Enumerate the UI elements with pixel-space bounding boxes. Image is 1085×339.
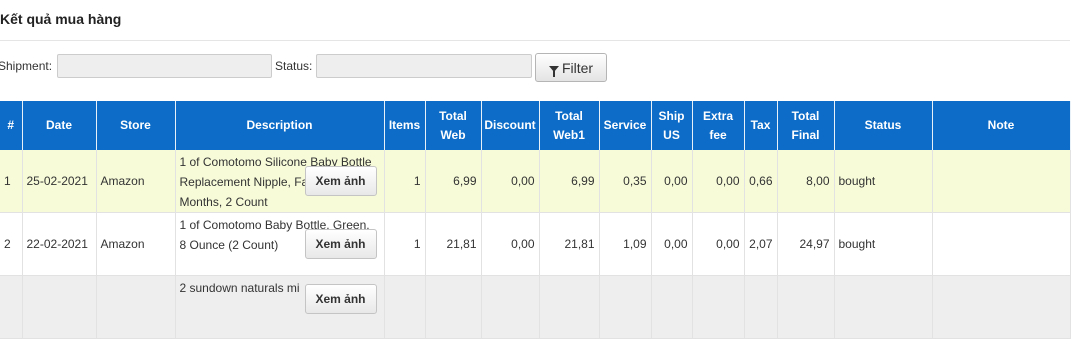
view-image-button[interactable]: Xem ảnh xyxy=(304,229,377,259)
column-header-discount[interactable]: Discount xyxy=(481,101,540,150)
cell-total-web1: 21,81 xyxy=(539,212,600,276)
cell-service xyxy=(599,275,652,339)
cell-total-final: 24,97 xyxy=(777,212,835,276)
cell-index: 1 xyxy=(0,150,23,213)
column-header-status[interactable]: Status xyxy=(834,101,933,150)
title-divider xyxy=(0,40,1070,41)
table-row[interactable]: 1 25-02-2021 Amazon 1 of Comotomo Silico… xyxy=(0,150,1071,213)
page-title: Kết quả mua hàng xyxy=(0,11,122,27)
table-row[interactable]: 2 22-02-2021 Amazon 1 of Comotomo Baby B… xyxy=(0,212,1071,276)
shipment-label: Shipment: xyxy=(0,59,53,73)
cell-note xyxy=(932,150,1071,213)
cell-status: bought xyxy=(834,212,933,276)
cell-items xyxy=(384,275,426,339)
cell-index xyxy=(0,275,23,339)
cell-items: 1 xyxy=(384,212,426,276)
cell-description: 2 sundown naturals mi Xem ảnh xyxy=(175,275,385,339)
column-header-index[interactable]: # xyxy=(0,101,23,150)
cell-date: 25-02-2021 xyxy=(22,150,97,213)
column-header-tax[interactable]: Tax xyxy=(744,101,778,150)
cell-items: 1 xyxy=(384,150,426,213)
column-header-date[interactable]: Date xyxy=(22,101,97,150)
cell-total-final xyxy=(777,275,835,339)
cell-ship-us: 0,00 xyxy=(651,150,693,213)
column-header-description[interactable]: Description xyxy=(175,101,385,150)
cell-note xyxy=(932,212,1071,276)
cell-status: bought xyxy=(834,150,933,213)
cell-total-web1 xyxy=(539,275,600,339)
status-input[interactable] xyxy=(316,54,532,78)
cell-tax: 2,07 xyxy=(744,212,778,276)
cell-tax xyxy=(744,275,778,339)
purchase-results-table: # Date Store Description Items Total Web… xyxy=(0,101,1071,339)
table-row[interactable]: 2 sundown naturals mi Xem ảnh xyxy=(0,275,1071,339)
cell-note xyxy=(932,275,1071,339)
cell-ship-us xyxy=(651,275,693,339)
column-header-service[interactable]: Service xyxy=(599,101,652,150)
view-image-button[interactable]: Xem ảnh xyxy=(304,166,377,196)
cell-date xyxy=(22,275,97,339)
cell-description: 1 of Comotomo Silicone Baby Bottle Repla… xyxy=(175,150,385,213)
cell-service: 0,35 xyxy=(599,150,652,213)
cell-store: Amazon xyxy=(96,150,176,213)
cell-service: 1,09 xyxy=(599,212,652,276)
cell-tax: 0,66 xyxy=(744,150,778,213)
cell-total-final: 8,00 xyxy=(777,150,835,213)
cell-store xyxy=(96,275,176,339)
cell-discount xyxy=(481,275,540,339)
cell-discount: 0,00 xyxy=(481,212,540,276)
cell-total-web: 6,99 xyxy=(425,150,482,213)
cell-status xyxy=(834,275,933,339)
cell-index: 2 xyxy=(0,212,23,276)
column-header-extra-fee[interactable]: Extra fee xyxy=(692,101,745,150)
cell-ship-us: 0,00 xyxy=(651,212,693,276)
cell-discount: 0,00 xyxy=(481,150,540,213)
column-header-ship-us[interactable]: Ship US xyxy=(651,101,693,150)
filter-button-label: Filter xyxy=(561,59,594,76)
cell-total-web xyxy=(425,275,482,339)
cell-total-web: 21,81 xyxy=(425,212,482,276)
cell-extra-fee: 0,00 xyxy=(692,150,745,213)
cell-extra-fee xyxy=(692,275,745,339)
cell-date: 22-02-2021 xyxy=(22,212,97,276)
funnel-icon xyxy=(548,65,559,77)
cell-total-web1: 6,99 xyxy=(539,150,600,213)
column-header-items[interactable]: Items xyxy=(384,101,426,150)
status-label: Status: xyxy=(275,59,313,73)
table-header-row: # Date Store Description Items Total Web… xyxy=(0,101,1071,150)
filter-button[interactable]: Filter xyxy=(535,53,607,82)
column-header-total-final[interactable]: Total Final xyxy=(777,101,835,150)
column-header-store[interactable]: Store xyxy=(96,101,176,150)
column-header-note[interactable]: Note xyxy=(932,101,1071,150)
column-header-total-web[interactable]: Total Web xyxy=(425,101,482,150)
cell-store: Amazon xyxy=(96,212,176,276)
filter-bar: Shipment: Status: Filter xyxy=(0,53,1085,82)
view-image-button[interactable]: Xem ảnh xyxy=(304,284,377,314)
shipment-input[interactable] xyxy=(57,54,272,78)
cell-description: 1 of Comotomo Baby Bottle, Green, 8 Ounc… xyxy=(175,212,385,276)
cell-extra-fee: 0,00 xyxy=(692,212,745,276)
column-header-total-web1[interactable]: Total Web1 xyxy=(539,101,600,150)
